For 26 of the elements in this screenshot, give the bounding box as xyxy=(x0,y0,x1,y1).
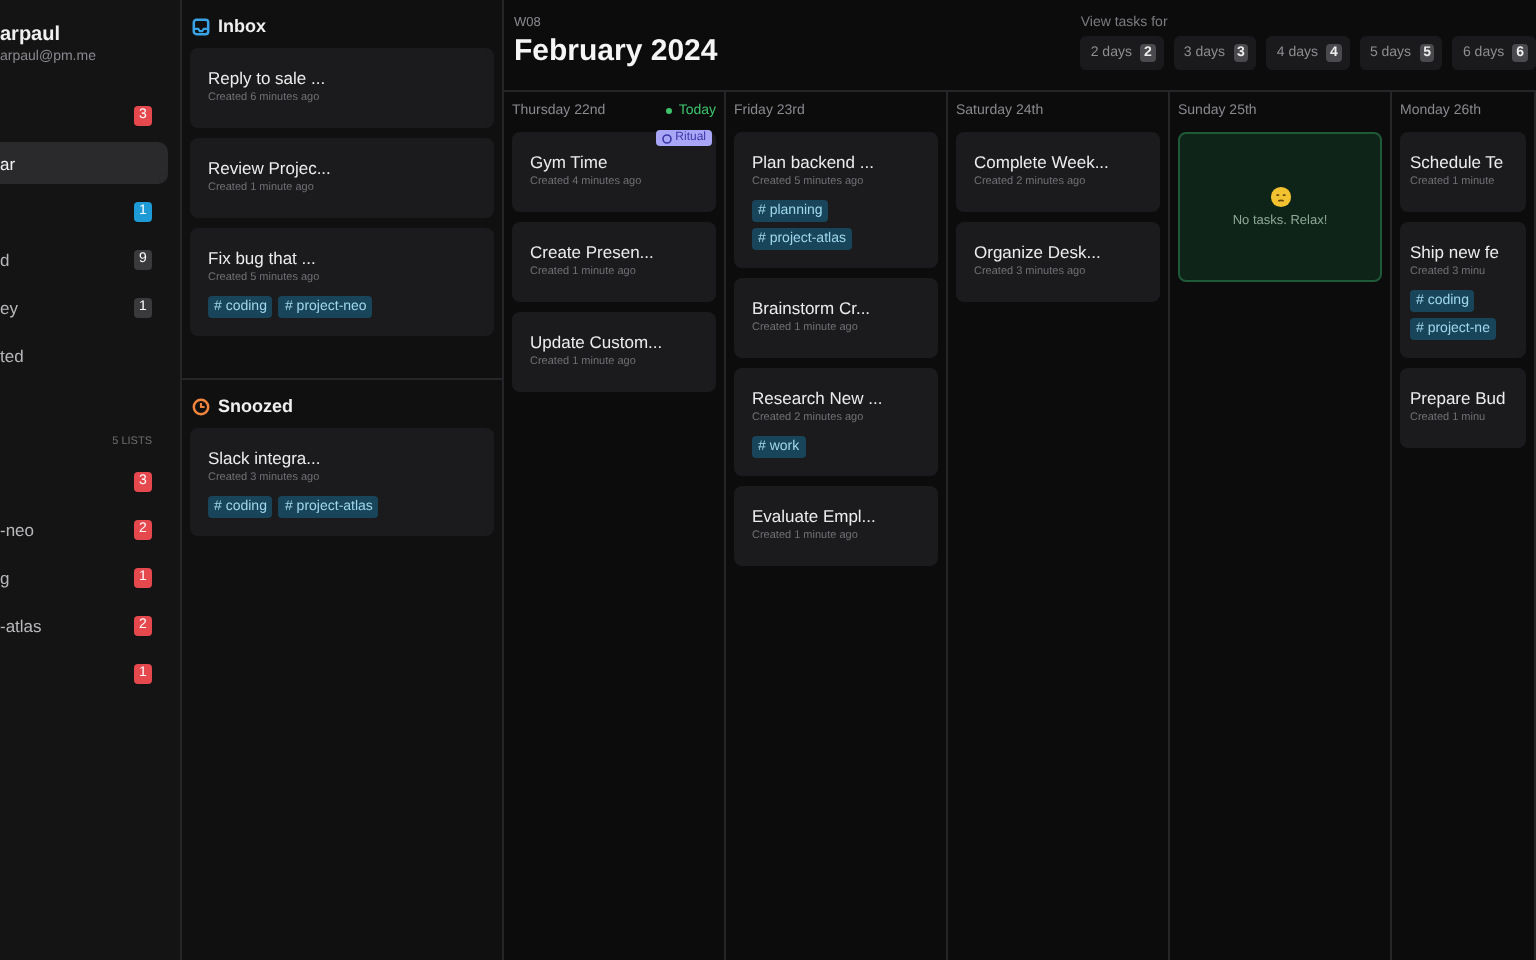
user-name: arpaul xyxy=(0,24,63,46)
sidebar-item[interactable]: ted xyxy=(0,334,168,376)
task-title: Schedule Te xyxy=(1410,152,1506,172)
task-title: Update Custom... xyxy=(530,332,665,352)
face-emoji-icon xyxy=(1269,186,1291,208)
inbox-tray-icon xyxy=(192,17,210,35)
task-title: Ship new fe xyxy=(1410,242,1501,262)
task-title: Complete Week... xyxy=(974,152,1111,172)
task-title: Slack integra... xyxy=(208,448,323,468)
task-title: Plan backend ... xyxy=(752,152,876,172)
section-title: Snoozed xyxy=(218,396,293,416)
task-title: Brainstorm Cr... xyxy=(752,298,873,318)
task-title: Gym Time xyxy=(530,152,610,172)
month-title: February 2024 xyxy=(514,34,718,68)
task-title: Research New ... xyxy=(752,388,885,408)
today-dot-icon xyxy=(666,108,673,114)
task-title: Create Presen... xyxy=(530,242,656,262)
task-title: Review Projec... xyxy=(208,158,333,178)
clock-icon xyxy=(192,397,210,415)
task-title: Fix bug that ... xyxy=(208,248,318,268)
task-title: Reply to sale ... xyxy=(208,68,328,88)
section-title: Inbox xyxy=(218,16,266,36)
task-title: Evaluate Empl... xyxy=(752,506,878,526)
task-title: Prepare Bud xyxy=(1410,388,1508,408)
task-title: Organize Desk... xyxy=(974,242,1103,262)
sidebar-item[interactable]: ar xyxy=(0,142,168,184)
